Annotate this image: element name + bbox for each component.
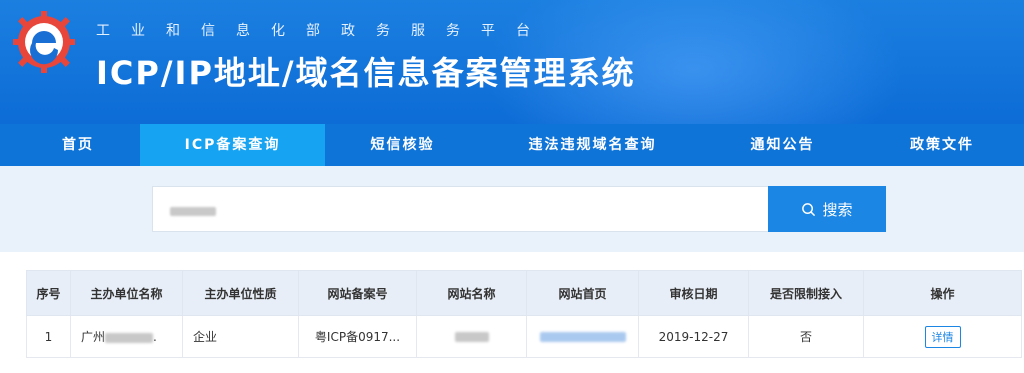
col-header-org-type: 主办单位性质 (182, 270, 299, 316)
col-header-site-name: 网站名称 (416, 270, 527, 316)
search-input-redacted-text (170, 207, 216, 216)
search-input[interactable] (152, 186, 768, 232)
cell-homepage[interactable] (526, 315, 639, 358)
search-button-label: 搜索 (822, 200, 853, 219)
cell-review-date: 2019-12-27 (638, 315, 749, 358)
homepage-redacted-link[interactable] (539, 332, 626, 342)
cell-actions: 详情 (863, 315, 1022, 358)
main-nav: 首页 ICP备案查询 短信核验 违法违规域名查询 通知公告 政策文件 (0, 124, 1024, 166)
miit-gear-logo-icon (13, 11, 75, 73)
site-name-redacted (454, 332, 489, 342)
cell-org-type: 企业 (182, 315, 299, 358)
org-name-suffix: . (153, 330, 157, 344)
nav-item-sms-verify[interactable]: 短信核验 (325, 124, 480, 166)
nav-item-illegal-domain-query[interactable]: 违法违规域名查询 (480, 124, 705, 166)
search-band: 搜索 (0, 166, 1024, 252)
col-header-restricted: 是否限制接入 (748, 270, 864, 316)
cell-index: 1 (26, 315, 71, 358)
cell-org-name: 广州. (70, 315, 183, 358)
site-header: 工业和信息化部政务服务平台 ICP/IP地址/域名信息备案管理系统 (0, 0, 1024, 124)
nav-item-notices[interactable]: 通知公告 (705, 124, 860, 166)
nav-item-icp-query[interactable]: ICP备案查询 (140, 124, 325, 166)
nav-item-policy-docs[interactable]: 政策文件 (860, 124, 1024, 166)
page-title: ICP/IP地址/域名信息备案管理系统 (96, 54, 636, 92)
cell-site-name (416, 315, 527, 358)
table-header-row: 序号 主办单位名称 主办单位性质 网站备案号 网站名称 网站首页 审核日期 是否… (26, 270, 1022, 316)
table-row: 1 广州. 企业 粤ICP备0917... 2019-12-27 否 详情 (26, 315, 1022, 358)
search-icon (802, 202, 816, 216)
col-header-index: 序号 (26, 270, 71, 316)
col-header-org-name: 主办单位名称 (70, 270, 183, 316)
search-button[interactable]: 搜索 (768, 186, 886, 232)
cell-restricted: 否 (748, 315, 864, 358)
cell-icp-number: 粤ICP备0917... (298, 315, 417, 358)
col-header-review-date: 审核日期 (638, 270, 749, 316)
col-header-icp-number: 网站备案号 (298, 270, 417, 316)
nav-item-home[interactable]: 首页 (0, 124, 156, 166)
results-table: 序号 主办单位名称 主办单位性质 网站备案号 网站名称 网站首页 审核日期 是否… (26, 270, 1022, 358)
col-header-actions: 操作 (863, 270, 1022, 316)
org-name-redacted (105, 332, 154, 343)
header-subtitle: 工业和信息化部政务服务平台 (96, 23, 551, 39)
org-name-prefix: 广州 (81, 330, 106, 344)
col-header-homepage: 网站首页 (526, 270, 639, 316)
details-button[interactable]: 详情 (924, 325, 961, 348)
